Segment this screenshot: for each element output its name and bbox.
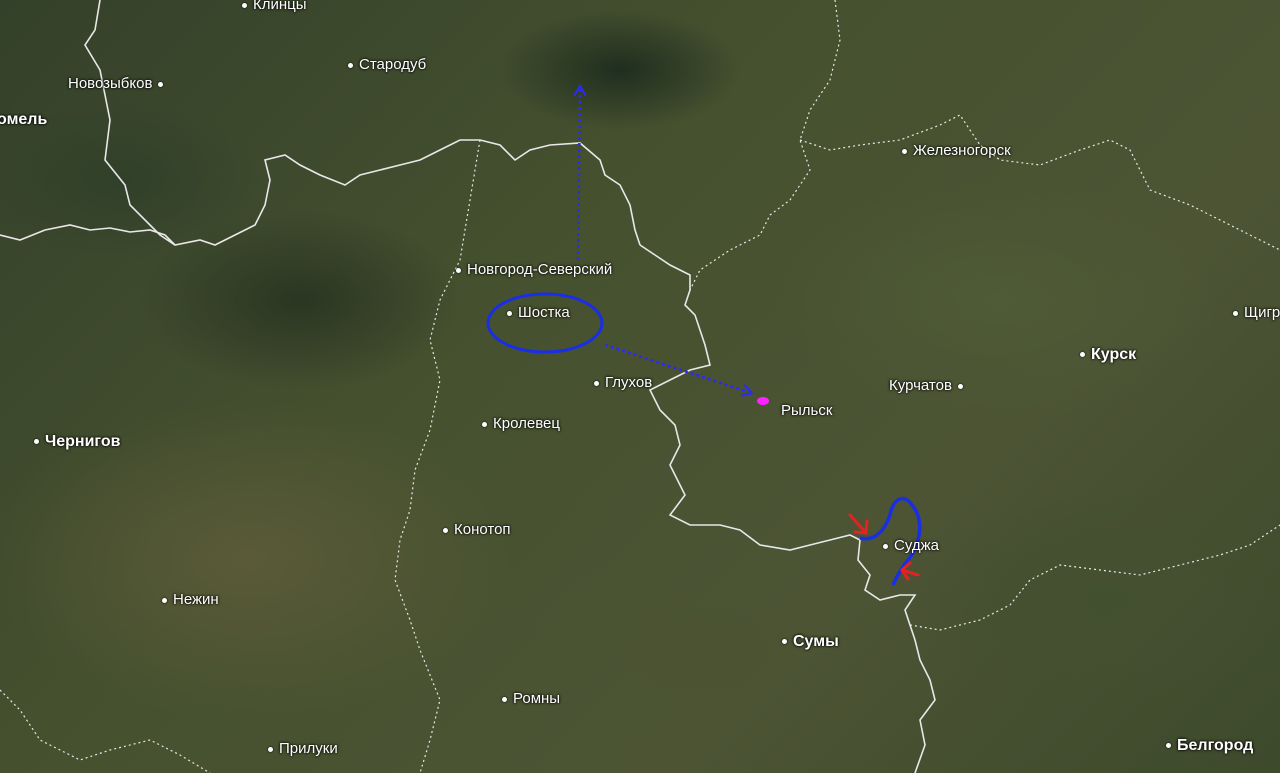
city-name: Шостка bbox=[518, 304, 570, 321]
city-dot bbox=[594, 380, 599, 386]
city-label-priluki: Прилуки bbox=[268, 740, 338, 758]
city-name: омель bbox=[0, 111, 48, 128]
city-name: Курск bbox=[1091, 346, 1137, 363]
city-dot bbox=[456, 267, 461, 273]
city-label-klintsy: Клинцы bbox=[242, 0, 307, 14]
region-border-2 bbox=[689, 0, 841, 291]
city-label-sumy: Сумы bbox=[782, 633, 839, 651]
city-label-shchigry: Щигр bbox=[1233, 304, 1280, 322]
rylsk-marker bbox=[757, 397, 769, 405]
region-border-3 bbox=[799, 114, 1280, 251]
city-dot bbox=[782, 639, 787, 645]
border-belarus-ukraine bbox=[0, 224, 176, 246]
city-label-kursk: Курск bbox=[1080, 346, 1136, 364]
attack-arrow-1 bbox=[848, 513, 869, 535]
city-name: Нежин bbox=[173, 591, 219, 608]
city-label-kurchatov: Курчатов bbox=[889, 377, 963, 395]
city-name: Ромны bbox=[513, 690, 561, 707]
annotations bbox=[486, 90, 922, 586]
city-name: Чернигов bbox=[45, 433, 121, 450]
city-name: Кролевец bbox=[493, 415, 560, 432]
city-label-novozybkov: Новозыбков bbox=[68, 75, 164, 93]
city-name: Стародуб bbox=[359, 56, 427, 73]
city-dot bbox=[443, 527, 448, 533]
city-label-gomel: омель bbox=[0, 111, 47, 129]
city-name: Клинцы bbox=[253, 0, 307, 13]
city-name: Суджа bbox=[894, 537, 939, 554]
city-dot bbox=[502, 696, 507, 702]
city-label-zheleznogorsk: Железногорск bbox=[902, 142, 1011, 160]
city-label-chernigov: Чернигов bbox=[34, 433, 120, 451]
border-belarus-russia bbox=[84, 0, 641, 246]
city-label-romny: Ромны bbox=[502, 690, 560, 708]
city-label-konotop: Конотоп bbox=[443, 521, 511, 539]
city-dot bbox=[348, 62, 353, 68]
city-label-shostka: Шостка bbox=[507, 304, 570, 322]
city-label-starodub: Стародуб bbox=[348, 56, 426, 74]
city-dot bbox=[482, 421, 487, 427]
city-label-krolevets: Кролевец bbox=[482, 415, 560, 433]
city-name: Сумы bbox=[793, 633, 839, 650]
city-name: Белгород bbox=[1177, 737, 1254, 754]
city-label-sudzha: Суджа bbox=[883, 537, 939, 555]
shostka-highlight-ellipse bbox=[486, 292, 604, 354]
city-dot bbox=[507, 310, 512, 316]
city-name: Конотоп bbox=[454, 521, 511, 538]
city-label-glukhov: Глухов bbox=[594, 374, 652, 392]
city-dot bbox=[1166, 743, 1171, 749]
city-dot bbox=[158, 81, 164, 87]
city-name: Курчатов bbox=[889, 377, 952, 394]
city-name: Щигр bbox=[1244, 304, 1280, 321]
city-dot bbox=[957, 383, 963, 389]
dotted-arrow-north bbox=[578, 90, 580, 261]
city-name: Железногорск bbox=[913, 142, 1011, 159]
city-name: Новозыбков bbox=[68, 75, 153, 92]
city-dot bbox=[162, 597, 167, 603]
city-dot bbox=[1233, 310, 1238, 316]
region-border-1 bbox=[394, 139, 481, 773]
city-dot bbox=[883, 543, 888, 549]
city-dot bbox=[902, 148, 907, 154]
city-label-belgorod: Белгород bbox=[1166, 737, 1253, 755]
city-name: Рыльск bbox=[781, 402, 833, 419]
city-dot bbox=[268, 746, 273, 752]
city-dot bbox=[242, 2, 247, 8]
country-borders bbox=[0, 0, 936, 773]
city-label-novgorod-seversky: Новгород-Северский bbox=[456, 261, 612, 279]
city-name: Новгород-Северский bbox=[467, 261, 613, 278]
city-dot bbox=[1080, 352, 1085, 358]
region-border-4 bbox=[909, 524, 1280, 631]
city-name: Прилуки bbox=[279, 740, 338, 757]
city-label-nezhin: Нежин bbox=[162, 591, 219, 609]
city-label-rylsk: Рыльск bbox=[781, 402, 832, 420]
region-border-5 bbox=[0, 689, 211, 773]
city-dot bbox=[34, 439, 39, 445]
city-name: Глухов bbox=[605, 374, 653, 391]
